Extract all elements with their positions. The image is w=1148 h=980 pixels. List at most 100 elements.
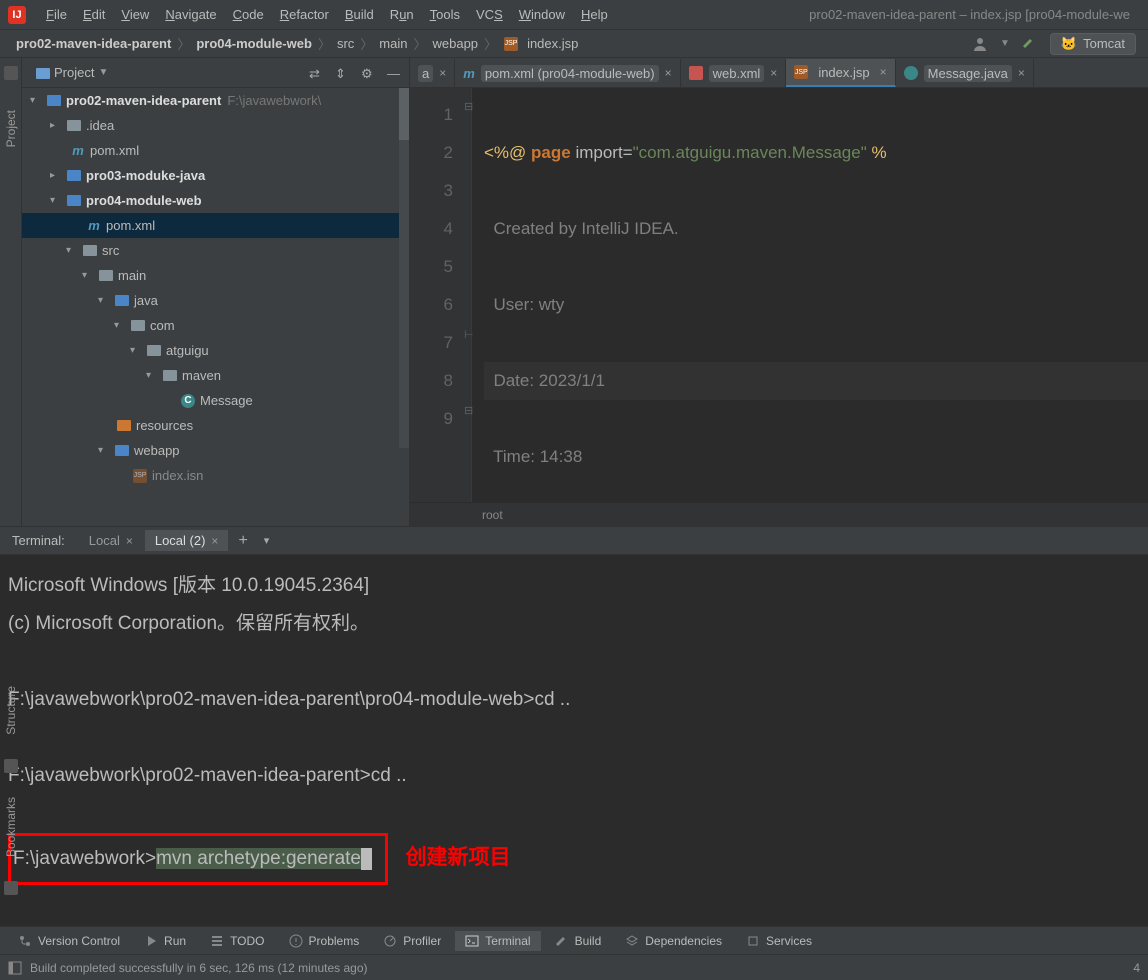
- menu-tools[interactable]: Tools: [422, 7, 468, 22]
- menu-code[interactable]: Code: [225, 7, 272, 22]
- tree-webapp[interactable]: ▾ webapp: [22, 438, 409, 463]
- side-tab-structure[interactable]: Structure: [4, 686, 18, 735]
- hammer-icon[interactable]: [1022, 36, 1038, 52]
- crumb-webapp[interactable]: webapp: [429, 36, 483, 51]
- menu-vcs[interactable]: VCS: [468, 7, 511, 22]
- fold-icon[interactable]: ⊟: [464, 404, 480, 417]
- toolwindow-icon[interactable]: [8, 961, 22, 975]
- menu-refactor[interactable]: Refactor: [272, 7, 337, 22]
- status-right: 4: [1133, 961, 1140, 975]
- gear-icon[interactable]: ⚙: [361, 66, 375, 80]
- close-icon[interactable]: ×: [1018, 66, 1025, 80]
- close-icon[interactable]: ×: [880, 65, 887, 79]
- project-tool-icon[interactable]: [4, 66, 18, 80]
- tree-com[interactable]: ▾ com: [22, 313, 409, 338]
- arrow-right-icon[interactable]: ▸: [50, 170, 62, 181]
- structure-icon[interactable]: [4, 759, 18, 773]
- terminal-output[interactable]: Microsoft Windows [版本 10.0.19045.2364](c…: [0, 555, 1148, 926]
- arrow-down-icon[interactable]: ▾: [66, 245, 78, 256]
- close-icon[interactable]: ×: [126, 534, 133, 548]
- arrow-down-icon[interactable]: ▾: [130, 345, 142, 356]
- close-icon[interactable]: ×: [770, 66, 777, 80]
- tree-java[interactable]: ▾ java: [22, 288, 409, 313]
- side-tab-bookmarks[interactable]: Bookmarks: [4, 797, 18, 857]
- menu-window[interactable]: Window: [511, 7, 573, 22]
- crumb-src[interactable]: src: [333, 36, 358, 51]
- bookmarks-icon[interactable]: [4, 881, 18, 895]
- fold-end-icon[interactable]: ⊢: [464, 328, 480, 341]
- tool-todo[interactable]: TODO: [200, 931, 274, 951]
- menu-run[interactable]: Run: [382, 7, 422, 22]
- tree-indexjsp[interactable]: JSP index.isn: [22, 463, 409, 488]
- crumb-project[interactable]: pro02-maven-idea-parent: [12, 36, 175, 51]
- arrow-down-icon[interactable]: ▾: [82, 270, 94, 281]
- menu-view[interactable]: View: [113, 7, 157, 22]
- run-config-tomcat[interactable]: 🐱 Tomcat: [1050, 33, 1136, 55]
- menu-build[interactable]: Build: [337, 7, 382, 22]
- code-content[interactable]: <%@ page import="com.atguigu.maven.Messa…: [472, 88, 1148, 502]
- tool-version-control[interactable]: Version Control: [8, 931, 130, 951]
- chevron-down-icon[interactable]: ▾: [258, 534, 276, 547]
- tool-problems[interactable]: Problems: [279, 931, 370, 951]
- chevron-down-icon[interactable]: ▼: [1000, 38, 1010, 49]
- add-terminal-icon[interactable]: +: [230, 532, 255, 550]
- select-opened-icon[interactable]: ⇄: [309, 66, 323, 80]
- tree-pom4[interactable]: m pom.xml: [22, 213, 409, 238]
- editor-tab-indexjsp[interactable]: JSPindex.jsp×: [786, 59, 895, 87]
- arrow-down-icon[interactable]: ▾: [30, 95, 42, 106]
- project-view-selector[interactable]: Project ▼: [30, 63, 114, 82]
- crumb-file[interactable]: index.jsp: [523, 36, 582, 51]
- expand-all-icon[interactable]: ⇕: [335, 66, 349, 80]
- tree-mod3[interactable]: ▸ pro03-moduke-java: [22, 163, 409, 188]
- menu-file[interactable]: File: [38, 7, 75, 22]
- hide-icon[interactable]: —: [387, 66, 401, 80]
- arrow-down-icon[interactable]: ▾: [114, 320, 126, 331]
- side-tab-project[interactable]: Project: [4, 110, 18, 147]
- jsp-file-icon: JSP: [794, 65, 808, 79]
- tree-maven[interactable]: ▾ maven: [22, 363, 409, 388]
- arrow-down-icon[interactable]: ▾: [50, 195, 62, 206]
- terminal-tab-local[interactable]: Local×: [79, 530, 143, 551]
- tool-terminal[interactable]: Terminal: [455, 931, 540, 951]
- code-editor[interactable]: 1 2 3 4 5 6 7 8 9 ⊟ ⊢ ⊟ <%@ page import=…: [410, 88, 1148, 502]
- tool-build[interactable]: Build: [545, 931, 612, 951]
- tree-mod4[interactable]: ▾ pro04-module-web: [22, 188, 409, 213]
- tree-message[interactable]: C Message: [22, 388, 409, 413]
- tree-scrollbar[interactable]: [399, 88, 409, 448]
- tree-root[interactable]: ▾ pro02-maven-idea-parent F:\javawebwork…: [22, 88, 409, 113]
- editor-tab-pom[interactable]: mpom.xml (pro04-module-web)×: [455, 59, 680, 87]
- tool-dependencies[interactable]: Dependencies: [615, 931, 732, 951]
- tree-pom-root[interactable]: m pom.xml: [22, 138, 409, 163]
- terminal-icon: [465, 934, 479, 948]
- close-icon[interactable]: ×: [665, 66, 672, 80]
- project-tree[interactable]: ▾ pro02-maven-idea-parent F:\javawebwork…: [22, 88, 409, 526]
- tool-profiler[interactable]: Profiler: [373, 931, 451, 951]
- line-gutter: 1 2 3 4 5 6 7 8 9: [410, 88, 472, 502]
- tree-scrollbar-thumb[interactable]: [399, 88, 409, 140]
- arrow-right-icon[interactable]: ▸: [50, 120, 62, 131]
- close-icon[interactable]: ×: [439, 66, 446, 80]
- user-icon[interactable]: [972, 36, 988, 52]
- editor-breadcrumb[interactable]: root: [410, 502, 1148, 526]
- editor-tab-message[interactable]: Message.java×: [896, 59, 1034, 87]
- editor-tab-a[interactable]: a×: [410, 59, 455, 87]
- tool-run[interactable]: Run: [134, 931, 196, 951]
- arrow-down-icon[interactable]: ▾: [98, 445, 110, 456]
- close-icon[interactable]: ×: [211, 534, 218, 548]
- fold-icon[interactable]: ⊟: [464, 100, 480, 113]
- terminal-tab-local2[interactable]: Local (2)×: [145, 530, 229, 551]
- crumb-module[interactable]: pro04-module-web: [192, 36, 316, 51]
- editor-tab-webxml[interactable]: web.xml×: [681, 59, 787, 87]
- tool-services[interactable]: Services: [736, 931, 822, 951]
- arrow-down-icon[interactable]: ▾: [146, 370, 158, 381]
- tree-src[interactable]: ▾ src: [22, 238, 409, 263]
- tree-atguigu[interactable]: ▾ atguigu: [22, 338, 409, 363]
- tree-idea[interactable]: ▸ .idea: [22, 113, 409, 138]
- menu-navigate[interactable]: Navigate: [157, 7, 224, 22]
- menu-help[interactable]: Help: [573, 7, 616, 22]
- tree-resources[interactable]: resources: [22, 413, 409, 438]
- arrow-down-icon[interactable]: ▾: [98, 295, 110, 306]
- menu-edit[interactable]: Edit: [75, 7, 113, 22]
- crumb-main[interactable]: main: [375, 36, 411, 51]
- tree-main[interactable]: ▾ main: [22, 263, 409, 288]
